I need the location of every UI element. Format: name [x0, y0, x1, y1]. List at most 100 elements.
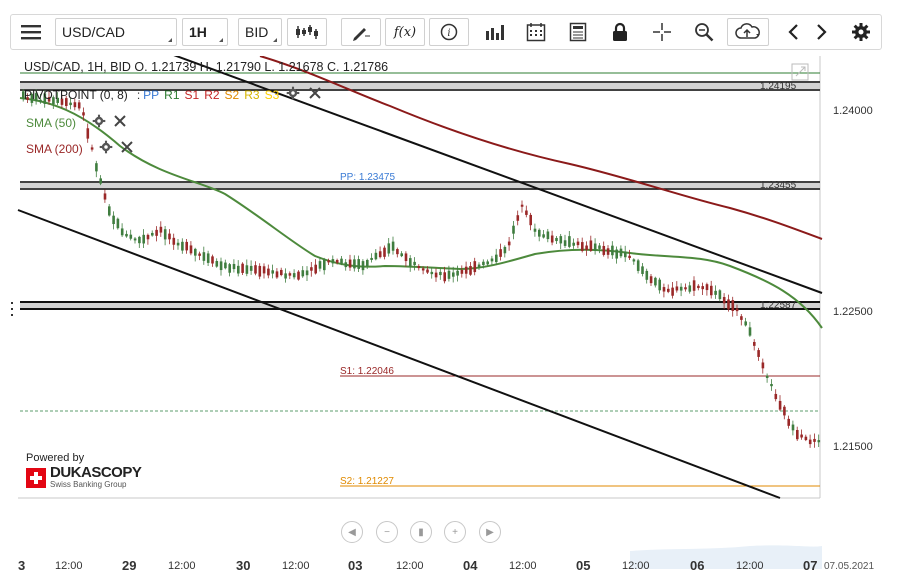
volume-button[interactable] — [480, 18, 508, 46]
candle-body — [202, 252, 206, 261]
scroll-left-button[interactable] — [779, 18, 807, 46]
nav-reset-button[interactable]: ▮ — [410, 521, 432, 543]
svg-text:i: i — [447, 28, 450, 39]
candle-body — [129, 234, 133, 239]
gear-icon — [852, 23, 870, 41]
nav-back-button[interactable]: ◀ — [341, 521, 363, 543]
zoom-button[interactable] — [690, 18, 718, 46]
y-tick-3: 1.21500 — [833, 441, 873, 453]
dukascopy-logo[interactable]: DUKASCOPY Swiss Banking Group — [26, 465, 142, 489]
symbol-select[interactable]: USD/CAD — [55, 18, 177, 46]
pivot-settings-icon[interactable] — [286, 86, 300, 103]
candle-body — [783, 406, 786, 416]
sma50-label: SMA (50) — [26, 115, 77, 130]
candle-body — [421, 268, 425, 271]
pivot-legend: PIVOTPOINT (0, 8) : PP R1 S1 R2 S2 R3 S3 — [24, 86, 321, 103]
candle-body — [323, 259, 326, 271]
pivot-name-s3: S3 — [264, 87, 280, 102]
draw-tool-button[interactable] — [341, 18, 381, 46]
pivot-indicator-label: PIVOTPOINT (0, 8) — [24, 87, 128, 102]
lock-icon — [613, 22, 627, 41]
candle-body — [473, 261, 477, 273]
candle-body — [456, 270, 459, 276]
price-badge-current: 1.21786 — [836, 404, 883, 418]
crosshair-button[interactable] — [648, 18, 676, 46]
sma50-close-icon[interactable] — [114, 115, 126, 130]
candle-body — [675, 286, 679, 291]
menu-icon[interactable] — [17, 18, 45, 46]
candle-body — [516, 215, 520, 221]
sma200-close-icon[interactable] — [120, 141, 133, 156]
lock-button[interactable] — [606, 18, 634, 46]
calendar-button[interactable] — [522, 18, 550, 46]
timeframe-select[interactable]: 1H — [182, 18, 228, 46]
candle-body — [301, 270, 305, 277]
price-badge-s1: 1.22046 — [839, 370, 880, 382]
candle-body — [185, 241, 188, 251]
upload-button[interactable] — [727, 18, 769, 46]
left-drag-handle[interactable] — [11, 300, 15, 318]
candle-body — [103, 193, 107, 200]
pivot-name-r2: R2 — [204, 87, 220, 102]
candle-body — [593, 243, 597, 251]
pivot-upper-value: 1.24195 — [760, 81, 797, 92]
candle-body — [348, 259, 352, 268]
candle-body — [198, 253, 201, 256]
candle-body — [310, 267, 313, 271]
swiss-cross-icon — [26, 467, 46, 488]
info-icon: i — [440, 23, 458, 41]
candle-body — [817, 440, 821, 443]
candle-body — [258, 265, 262, 277]
candle-body — [619, 248, 623, 257]
nav-zoom-out-button[interactable]: − — [376, 521, 398, 543]
pivot-name-s1: S1 — [184, 87, 200, 102]
scroll-right-button[interactable] — [808, 18, 836, 46]
indicators-button[interactable]: f(x) — [385, 18, 425, 46]
candle-body — [606, 248, 610, 255]
candle-body — [357, 259, 360, 269]
s1-label: S1: 1.22046 — [340, 366, 394, 377]
candle-body — [718, 290, 722, 300]
price-chart[interactable]: 1.24195 1.23455 PP: 1.23475 1.22587 S1: … — [10, 56, 890, 573]
candle-body — [731, 300, 735, 312]
nav-zoom-in-button[interactable]: + — [444, 521, 466, 543]
candle-body — [692, 280, 696, 291]
chevron-left-icon: ◀ — [348, 526, 356, 538]
candle-body — [667, 288, 670, 292]
candle-body — [206, 253, 210, 263]
pivot-close-icon[interactable] — [309, 87, 321, 102]
pivot-name-pp: PP — [143, 87, 160, 102]
candle-body — [538, 229, 541, 237]
candle-body — [520, 204, 524, 207]
candle-body — [219, 261, 223, 271]
x-label: 3 — [18, 558, 26, 573]
candle-body — [753, 341, 756, 346]
data-table-button[interactable] — [564, 18, 592, 46]
candle-body — [245, 265, 249, 274]
candle-body — [684, 287, 687, 290]
sma200-legend: SMA (200) — [26, 140, 133, 157]
candle-body — [426, 269, 429, 273]
candle-body — [710, 285, 713, 296]
candle-body — [602, 245, 606, 255]
candle-body — [503, 246, 507, 254]
candle-body — [297, 271, 300, 280]
info-button[interactable]: i — [429, 18, 469, 46]
nav-forward-button[interactable]: ▶ — [479, 521, 501, 543]
price-type-select[interactable]: BID — [238, 18, 282, 46]
candle-body — [791, 424, 795, 431]
chart-type-button[interactable] — [287, 18, 327, 46]
x-date-label: 07.05.2021 — [824, 561, 875, 572]
candle-body — [727, 299, 730, 310]
sma50-settings-icon[interactable] — [92, 114, 106, 131]
pp-label: PP: 1.23475 — [340, 172, 395, 183]
settings-button[interactable] — [847, 18, 875, 46]
candle-body — [366, 259, 369, 267]
candle-body — [318, 261, 322, 269]
candle-body — [636, 260, 640, 271]
sma200-settings-icon[interactable] — [99, 140, 113, 157]
s2-label: S2: 1.21227 — [340, 476, 394, 487]
candle-body — [654, 277, 657, 286]
candle-body — [559, 236, 563, 244]
candle-body — [439, 271, 442, 276]
